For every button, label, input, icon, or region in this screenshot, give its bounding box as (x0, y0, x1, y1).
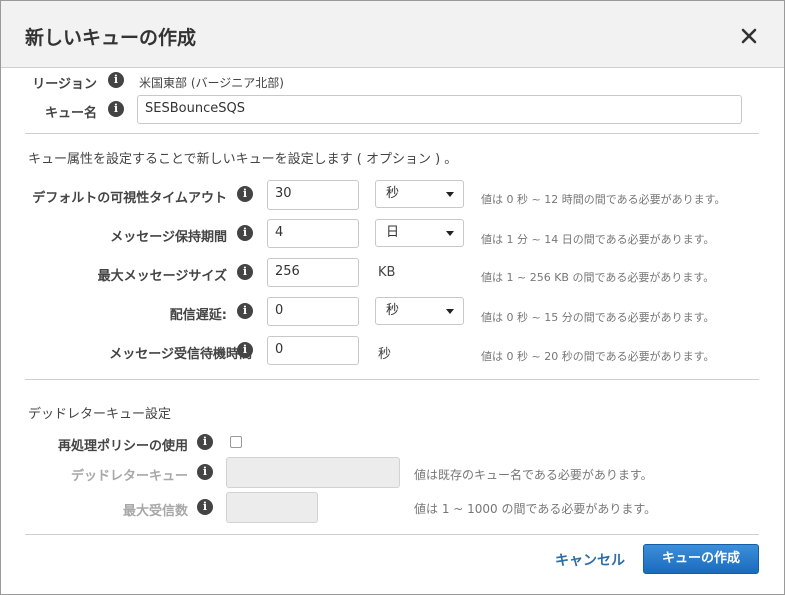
divider (25, 379, 759, 380)
dead-letter-queue-hint: 値は既存のキュー名である必要があります。 (414, 468, 653, 482)
dead-letter-queue-input[interactable] (226, 457, 400, 488)
cancel-button[interactable]: キャンセル (555, 550, 625, 570)
visibility-timeout-input[interactable]: 30 (267, 180, 359, 210)
create-queue-button[interactable]: キューの作成 (643, 544, 759, 574)
dead-letter-queue-label: デッドレターキュー (70, 469, 188, 484)
info-icon[interactable]: i (237, 264, 253, 280)
create-queue-dialog: 新しいキューの作成 リージョン i 米国東部 (バージニア北部) キュー名 i … (0, 0, 785, 595)
info-icon[interactable]: i (197, 434, 213, 450)
dialog-title: 新しいキューの作成 (25, 27, 197, 49)
retention-period-label: メッセージ保持期間 (110, 230, 227, 245)
divider (25, 534, 759, 535)
max-receives-label: 最大受信数 (122, 504, 188, 519)
max-message-size-hint: 値は 1 ~ 256 KB の間である必要があります。 (481, 271, 715, 284)
info-icon[interactable]: i (197, 464, 213, 480)
retention-period-unit: 日 (386, 225, 400, 240)
delivery-delay-label: 配信遅延: (169, 308, 227, 323)
max-message-size-input[interactable]: 256 (267, 258, 359, 287)
retention-period-input[interactable]: 4 (267, 219, 359, 248)
info-icon[interactable]: i (237, 303, 253, 319)
delivery-delay-input[interactable]: 0 (267, 297, 359, 326)
info-icon[interactable]: i (108, 72, 124, 88)
region-value: 米国東部 (バージニア北部) (139, 76, 284, 90)
max-message-size-label: 最大メッセージサイズ (97, 269, 227, 284)
queue-name-label: キュー名 (44, 106, 97, 121)
dead-letter-section-title: デッドレターキュー設定 (28, 407, 172, 422)
info-icon[interactable]: i (237, 225, 253, 241)
caret-down-icon (446, 192, 454, 197)
max-receives-hint: 値は 1 ~ 1000 の間である必要があります。 (414, 502, 657, 516)
region-label: リージョン (32, 77, 97, 92)
delivery-delay-unit: 秒 (386, 303, 400, 318)
retention-period-hint: 値は 1 分 ~ 14 日の間である必要があります。 (481, 233, 715, 246)
redrive-policy-checkbox[interactable] (230, 436, 242, 448)
redrive-policy-label: 再処理ポリシーの使用 (57, 439, 188, 454)
max-message-size-unit: KB (378, 265, 396, 280)
queue-name-input[interactable]: SESBounceSQS (137, 95, 742, 124)
visibility-timeout-unit-select[interactable]: 秒 (375, 180, 464, 208)
info-icon[interactable]: i (197, 499, 213, 515)
close-icon[interactable] (738, 25, 760, 47)
divider (25, 133, 759, 134)
visibility-timeout-label: デフォルトの可視性タイムアウト (32, 191, 227, 206)
visibility-timeout-hint: 値は 0 秒 ~ 12 時間の間である必要があります。 (481, 193, 726, 206)
info-icon[interactable]: i (108, 101, 124, 117)
info-icon[interactable]: i (237, 186, 253, 202)
info-icon[interactable]: i (237, 342, 253, 358)
max-receives-input[interactable] (226, 492, 318, 523)
attributes-intro: キュー属性を設定することで新しいキューを設定します ( オプション ) 。 (28, 152, 458, 167)
receive-wait-time-hint: 値は 0 秒 ~ 20 秒の間である必要があります。 (481, 350, 715, 363)
visibility-timeout-unit: 秒 (386, 186, 400, 201)
retention-period-unit-select[interactable]: 日 (375, 219, 464, 247)
receive-wait-time-unit: 秒 (378, 347, 392, 362)
caret-down-icon (446, 231, 454, 236)
delivery-delay-hint: 値は 0 秒 ~ 15 分の間である必要があります。 (481, 311, 715, 324)
dialog-header: 新しいキューの作成 (1, 1, 784, 68)
delivery-delay-unit-select[interactable]: 秒 (375, 297, 464, 325)
caret-down-icon (446, 309, 454, 314)
receive-wait-time-input[interactable]: 0 (267, 336, 359, 365)
receive-wait-time-label: メッセージ受信待機時間 (109, 347, 252, 362)
